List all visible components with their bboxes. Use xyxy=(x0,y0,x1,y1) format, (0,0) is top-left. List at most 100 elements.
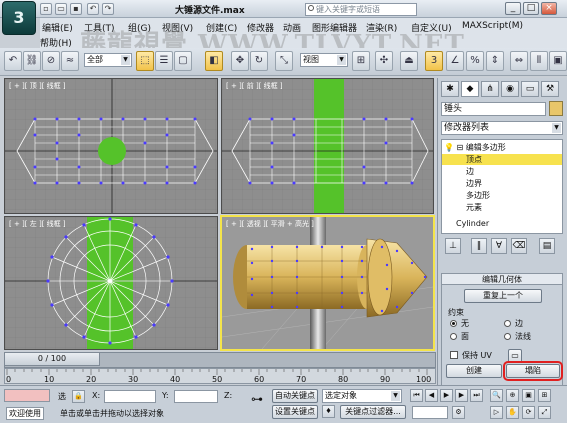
preserve-uv-settings-button[interactable]: ▭ xyxy=(508,349,522,363)
rotate-icon[interactable]: ↻ xyxy=(250,51,268,71)
reference-coord-dropdown[interactable]: 视图 ▼ xyxy=(300,53,348,67)
remove-modifier-icon[interactable]: ⌫ xyxy=(511,238,527,254)
search-input[interactable]: 键入关键字或短语 xyxy=(305,3,417,16)
field-of-view-icon[interactable]: ▷ xyxy=(490,406,503,419)
viewport-label-left[interactable]: [ + ][ 左 ][ 线框 ] xyxy=(9,219,66,229)
viewport-front[interactable]: [ + ][ 前 ][ 线框 ] xyxy=(221,78,434,214)
zoom-all-icon[interactable]: ⊕ xyxy=(506,389,519,402)
open-icon[interactable]: ▭ xyxy=(55,3,67,15)
viewport-top[interactable]: [ + ][ 顶 ][ 线框 ] xyxy=(4,78,218,214)
time-slider[interactable]: 0 / 100 xyxy=(4,352,100,366)
pan-icon[interactable]: ✋ xyxy=(506,406,519,419)
go-to-start-icon[interactable]: ⏮ xyxy=(410,389,423,402)
previous-frame-icon[interactable]: ◀ xyxy=(425,389,438,402)
mirror-icon[interactable]: ⇔ xyxy=(510,51,528,71)
snap-toggle-icon[interactable]: 3 xyxy=(425,51,443,71)
scale-icon[interactable]: ⤡ xyxy=(275,51,293,71)
stack-item-edge[interactable]: 边 xyxy=(442,166,562,177)
stack-item-cylinder[interactable]: Cylinder xyxy=(442,218,562,229)
maximize-button[interactable]: □ xyxy=(523,2,539,15)
constraint-edge-radio[interactable] xyxy=(504,320,511,327)
set-key-icon[interactable]: ♦ xyxy=(322,405,335,418)
frame-ruler[interactable]: 0 10 20 30 40 50 60 70 80 90 100 xyxy=(4,368,436,384)
move-icon[interactable]: ✥ xyxy=(231,51,249,71)
link-icon[interactable]: ⛓ xyxy=(23,51,41,71)
tab-utilities[interactable]: ⚒ xyxy=(541,81,559,97)
zoom-extents-icon[interactable]: ▣ xyxy=(522,389,535,402)
tab-modify[interactable]: ◆ xyxy=(461,81,479,97)
select-by-name-icon[interactable]: ☰ xyxy=(155,51,173,71)
stack-item-border[interactable]: 边界 xyxy=(442,178,562,189)
time-config-icon[interactable]: ⚙ xyxy=(452,406,465,419)
align-icon[interactable]: ⫴ xyxy=(530,51,548,71)
undo-icon[interactable]: ↶ xyxy=(4,51,22,71)
collapse-button[interactable]: 塌陷 xyxy=(503,361,563,381)
angle-snap-icon[interactable]: ∠ xyxy=(446,51,464,71)
app-logo-button[interactable]: 3 xyxy=(2,1,36,35)
object-color-swatch[interactable] xyxy=(549,101,563,116)
modifier-list-dropdown[interactable]: 修改器列表 ▼ xyxy=(441,121,563,135)
menu-maxscript[interactable]: MAXScript(M) xyxy=(462,21,523,31)
region-select-icon[interactable]: ▢ xyxy=(174,51,192,71)
viewport-label-top[interactable]: [ + ][ 顶 ][ 线框 ] xyxy=(9,81,66,91)
zoom-icon[interactable]: 🔍 xyxy=(490,389,503,402)
spinner-snap-icon[interactable]: ⇕ xyxy=(486,51,504,71)
maxscript-listener-mini[interactable] xyxy=(4,389,50,402)
play-icon[interactable]: ▶ xyxy=(440,389,453,402)
render-icon[interactable]: ▣ xyxy=(549,51,567,71)
close-button[interactable]: × xyxy=(541,2,557,15)
next-frame-icon[interactable]: ▶ xyxy=(455,389,468,402)
tab-motion[interactable]: ◉ xyxy=(501,81,519,97)
save-icon[interactable]: ▪ xyxy=(70,3,82,15)
viewport-left[interactable]: [ + ][ 左 ][ 线框 ] xyxy=(4,216,218,350)
pivot-icon[interactable]: ⊞ xyxy=(352,51,370,71)
window-crossing-icon[interactable]: ◧ xyxy=(205,51,223,71)
auto-key-button[interactable]: 自动关键点 xyxy=(272,389,318,403)
x-coord-field[interactable] xyxy=(104,390,156,403)
undo-icon[interactable]: ↶ xyxy=(87,3,99,15)
key-filters-button[interactable]: 关键点过滤器... xyxy=(340,405,406,419)
select-manipulate-icon[interactable]: ✣ xyxy=(375,51,393,71)
viewport-label-perspective[interactable]: [ + ][ 透视 ][ 平滑 + 高光 ] xyxy=(226,219,314,229)
bind-icon[interactable]: ≈ xyxy=(61,51,79,71)
configure-modifier-sets-icon[interactable]: ▤ xyxy=(539,238,555,254)
keyboard-shortcut-icon[interactable]: ⏏ xyxy=(400,51,418,71)
unlink-icon[interactable]: ⊘ xyxy=(42,51,60,71)
constraint-none-radio[interactable] xyxy=(450,320,457,327)
current-frame-field[interactable] xyxy=(412,406,448,419)
viewport-label-front[interactable]: [ + ][ 前 ][ 线框 ] xyxy=(226,81,283,91)
stack-item-element[interactable]: 元素 xyxy=(442,202,562,213)
key-icon[interactable]: ⊶ xyxy=(246,393,268,407)
selection-filter-dropdown[interactable]: 全部 ▼ xyxy=(84,53,132,67)
new-icon[interactable]: ▫ xyxy=(40,3,52,15)
set-key-button[interactable]: 设置关键点 xyxy=(272,405,318,419)
menu-edit[interactable]: 编辑(E) xyxy=(42,21,73,34)
zoom-extents-all-icon[interactable]: ⊞ xyxy=(538,389,551,402)
rollout-title[interactable]: 编辑几何体 xyxy=(442,274,562,285)
preserve-uv-checkbox[interactable] xyxy=(450,351,458,359)
stack-item-editable-poly[interactable]: 💡 ⊟ 编辑多边形 xyxy=(444,142,564,153)
show-end-result-icon[interactable]: ‖ xyxy=(471,238,487,254)
tab-hierarchy[interactable]: ⋔ xyxy=(481,81,499,97)
constraint-face-radio[interactable] xyxy=(450,333,457,340)
tab-display[interactable]: ▭ xyxy=(521,81,539,97)
make-unique-icon[interactable]: ∀ xyxy=(491,238,507,254)
redo-icon[interactable]: ↷ xyxy=(102,3,114,15)
viewport-perspective[interactable]: [ + ][ 透视 ][ 平滑 + 高光 ] xyxy=(220,215,435,351)
object-name-field[interactable]: 锤头 xyxy=(441,102,546,116)
selection-lock-icon[interactable]: 🔒 xyxy=(72,390,85,403)
go-to-end-icon[interactable]: ⏭ xyxy=(470,389,483,402)
stack-item-vertex[interactable]: 顶点 xyxy=(442,154,562,165)
select-object-icon[interactable]: ⬚ xyxy=(136,51,154,71)
minimize-button[interactable]: _ xyxy=(505,2,521,15)
percent-snap-icon[interactable]: % xyxy=(466,51,484,71)
repeat-last-button[interactable]: 重复上一个 xyxy=(464,289,542,303)
constraint-normal-radio[interactable] xyxy=(504,333,511,340)
create-button[interactable]: 创建 xyxy=(446,364,502,378)
orbit-icon[interactable]: ⟳ xyxy=(522,406,535,419)
pin-stack-icon[interactable]: ⊥ xyxy=(445,238,461,254)
tab-create[interactable]: ✱ xyxy=(441,81,459,97)
selected-object-dropdown[interactable]: 选定对象 ▼ xyxy=(322,389,402,403)
maximize-viewport-icon[interactable]: ⤢ xyxy=(538,406,551,419)
y-coord-field[interactable] xyxy=(174,390,218,403)
